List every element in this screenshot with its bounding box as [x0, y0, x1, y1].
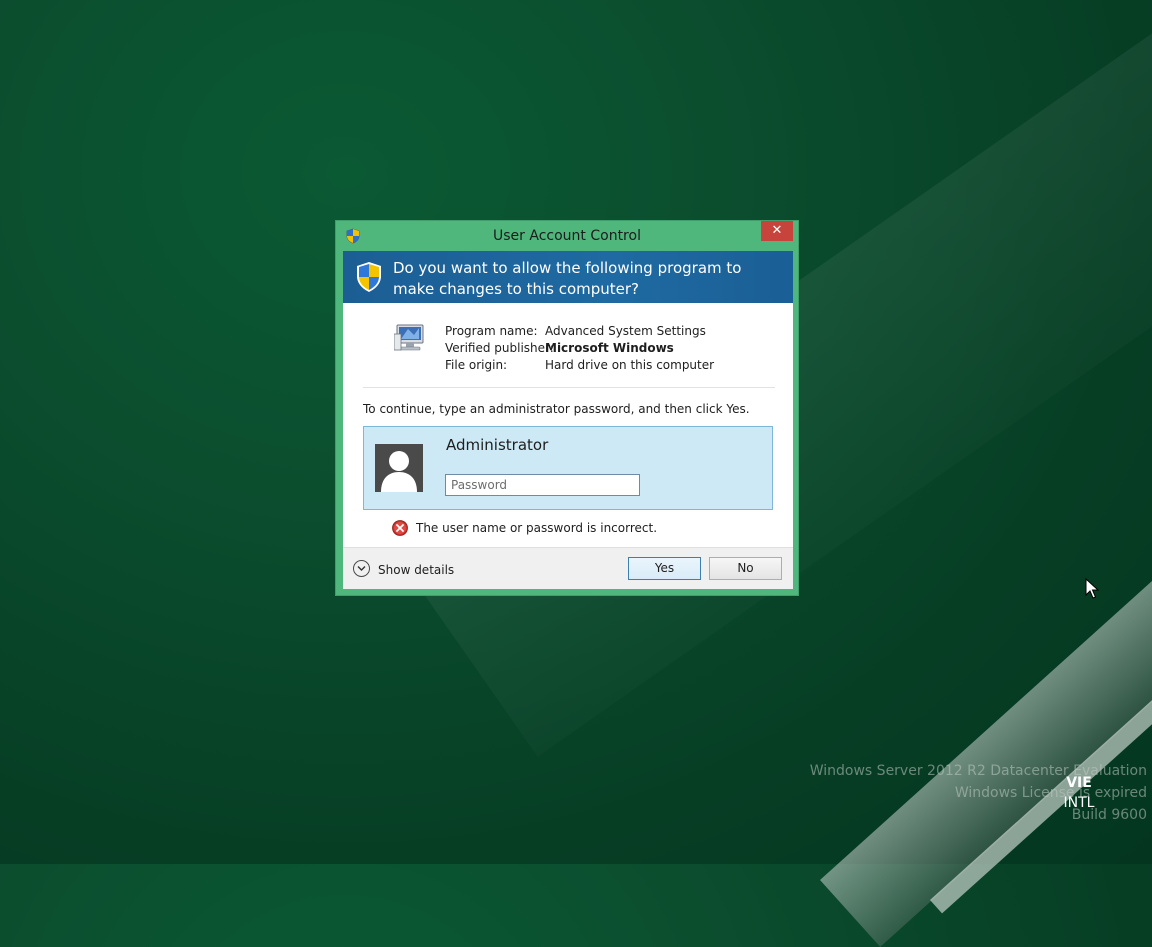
error-message: The user name or password is incorrect. — [416, 521, 658, 535]
computer-settings-icon — [394, 324, 424, 351]
publisher-label: Verified publisher: — [445, 341, 554, 355]
lang-secondary: INTL — [1063, 795, 1095, 811]
file-origin-value: Hard drive on this computer — [545, 358, 715, 372]
lang-primary: VIE — [1066, 775, 1092, 791]
desktop-watermark: Windows Server 2012 R2 Datacenter Evalua… — [810, 760, 1147, 826]
dialog-body: Do you want to allow the following progr… — [343, 251, 793, 589]
instruction-text: To continue, type an administrator passw… — [363, 402, 750, 416]
username: Administrator — [446, 436, 549, 454]
watermark-edition: Windows Server 2012 R2 Datacenter Evalua… — [809, 763, 1147, 779]
dialog-title: User Account Control — [493, 228, 641, 244]
title-bar[interactable]: User Account Control ✕ — [336, 221, 798, 251]
watermark-build: Build 9600 — [1071, 807, 1147, 823]
wallpaper-stripe-light — [820, 478, 1152, 947]
no-button[interactable]: No — [709, 557, 782, 580]
uac-shield-icon — [357, 262, 381, 292]
watermark-license: Windows License is expired — [954, 785, 1147, 801]
close-button[interactable]: ✕ — [761, 221, 793, 241]
yes-button[interactable]: Yes — [628, 557, 701, 580]
credential-tile[interactable]: Administrator — [363, 426, 773, 510]
chevron-down-circle-icon — [353, 560, 370, 577]
uac-dialog: User Account Control ✕ Do you want to al… — [335, 220, 799, 596]
show-details-label: Show details — [378, 563, 455, 577]
input-language-indicator[interactable]: VIE INTL — [1062, 773, 1096, 813]
password-input[interactable] — [445, 474, 640, 496]
file-origin-label: File origin: — [445, 358, 508, 372]
program-info: Program name: Advanced System Settings V… — [445, 324, 785, 375]
dialog-footer: Show details Yes No — [343, 547, 793, 589]
publisher-value: Microsoft Windows — [545, 341, 674, 355]
user-avatar-icon — [375, 444, 423, 492]
question-banner: Do you want to allow the following progr… — [343, 251, 793, 303]
question-text: Do you want to allow the following progr… — [393, 259, 742, 298]
divider — [363, 387, 775, 388]
error-x-icon — [392, 520, 408, 536]
program-name-value: Advanced System Settings — [545, 324, 706, 338]
mouse-pointer-icon — [1085, 578, 1099, 599]
program-name-label: Program name: — [445, 324, 538, 338]
